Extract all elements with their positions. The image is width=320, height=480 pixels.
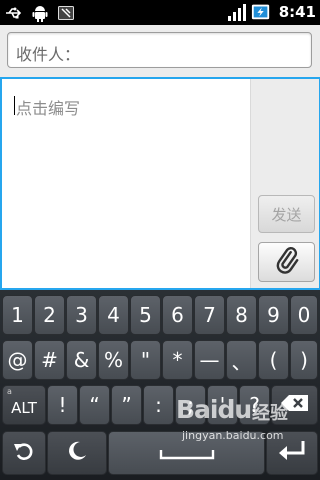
android-debug-icon bbox=[30, 3, 50, 22]
status-bar: 8:41 bbox=[0, 0, 320, 25]
enter-key[interactable] bbox=[266, 431, 318, 475]
key-1[interactable]: 1 bbox=[2, 295, 33, 335]
key-paren-close[interactable]: ) bbox=[290, 340, 318, 380]
enter-icon bbox=[277, 439, 307, 468]
recipient-field[interactable]: 收件人： bbox=[7, 32, 312, 68]
key-left-quote[interactable]: “ bbox=[79, 385, 110, 425]
message-placeholder: 点击编写 bbox=[16, 99, 81, 118]
text-cursor bbox=[14, 96, 15, 115]
key-percent[interactable]: % bbox=[98, 340, 129, 380]
attach-button[interactable] bbox=[258, 242, 315, 282]
alt-key-sub: a bbox=[7, 387, 12, 396]
key-9[interactable]: 9 bbox=[258, 295, 289, 335]
key-colon[interactable]: : bbox=[143, 385, 174, 425]
key-6[interactable]: 6 bbox=[162, 295, 193, 335]
delete-key[interactable] bbox=[271, 385, 318, 425]
battery-charging-icon bbox=[251, 2, 271, 21]
key-dash[interactable]: — bbox=[194, 340, 225, 380]
undo-key[interactable] bbox=[2, 431, 46, 475]
usb-icon bbox=[4, 3, 24, 22]
message-input[interactable]: 点击编写 bbox=[2, 79, 250, 288]
paperclip-icon bbox=[272, 245, 302, 279]
status-time: 8:41 bbox=[278, 2, 316, 21]
key-semicolon[interactable]: ; bbox=[175, 385, 206, 425]
send-button[interactable]: 发送 bbox=[258, 195, 315, 233]
recipient-panel: 收件人： bbox=[0, 25, 320, 77]
key-8[interactable]: 8 bbox=[226, 295, 257, 335]
soft-keyboard: 1 2 3 4 5 6 7 8 9 0 @ # & % " * — 、 ( ) … bbox=[0, 290, 320, 480]
key-exclamation[interactable]: ! bbox=[47, 385, 78, 425]
key-dunhao[interactable]: 、 bbox=[226, 340, 257, 380]
alt-key[interactable]: a ALT bbox=[2, 385, 46, 425]
key-3[interactable]: 3 bbox=[66, 295, 97, 335]
space-key[interactable] bbox=[108, 431, 265, 475]
backspace-icon bbox=[280, 393, 310, 417]
key-2[interactable]: 2 bbox=[34, 295, 65, 335]
key-question[interactable]: ? bbox=[239, 385, 270, 425]
key-apostrophe[interactable]: ' bbox=[207, 385, 238, 425]
message-actions: 发送 bbox=[250, 79, 319, 288]
key-at[interactable]: @ bbox=[2, 340, 33, 380]
recipient-placeholder: 收件人： bbox=[16, 45, 81, 64]
alt-key-label: ALT bbox=[11, 399, 37, 417]
undo-icon bbox=[13, 440, 35, 467]
key-4[interactable]: 4 bbox=[98, 295, 129, 335]
signal-icon bbox=[227, 2, 247, 21]
key-7[interactable]: 7 bbox=[194, 295, 225, 335]
key-ampersand[interactable]: & bbox=[66, 340, 97, 380]
key-hash[interactable]: # bbox=[34, 340, 65, 380]
key-0[interactable]: 0 bbox=[290, 295, 318, 335]
emoji-key[interactable] bbox=[47, 431, 107, 475]
key-right-quote[interactable]: ” bbox=[111, 385, 142, 425]
notification-icon bbox=[56, 3, 76, 22]
key-quote[interactable]: " bbox=[130, 340, 161, 380]
key-paren-open[interactable]: ( bbox=[258, 340, 289, 380]
key-asterisk[interactable]: * bbox=[162, 340, 193, 380]
moon-emoji-icon bbox=[65, 439, 89, 468]
message-compose-area: 点击编写 发送 bbox=[0, 77, 320, 290]
key-5[interactable]: 5 bbox=[130, 295, 161, 335]
space-icon bbox=[159, 441, 215, 465]
